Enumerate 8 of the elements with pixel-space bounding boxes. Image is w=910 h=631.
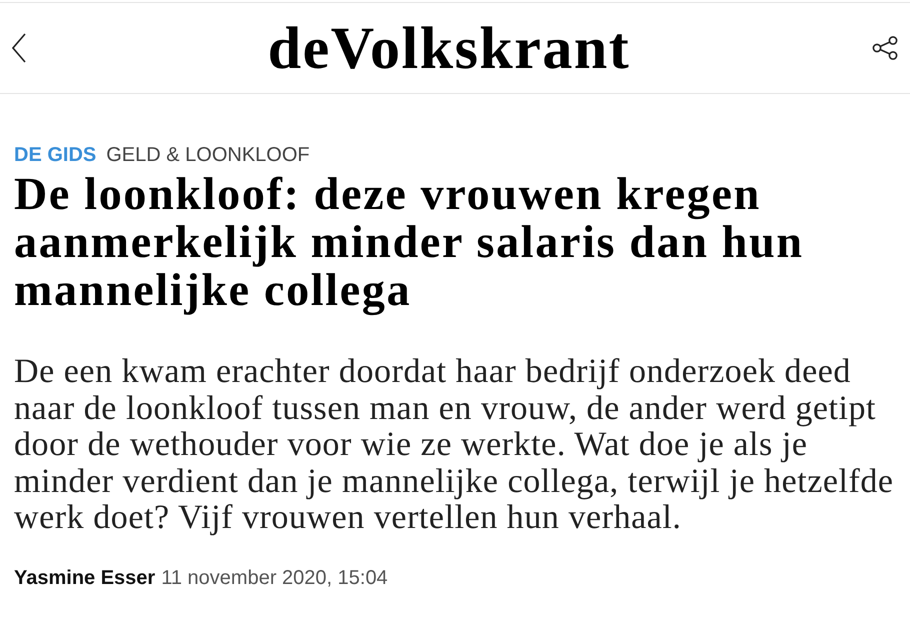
author-name: Yasmine Esser bbox=[14, 566, 156, 590]
topic-label: GELD & LOONKLOOF bbox=[106, 144, 310, 166]
article-lede: De een kwam erachter doordat haar bedrijf onderzoek deed naar de loonkloof tussen man en vrouw, de ander werd getipt door de wethouder voor wie ze werkte. Wat doe je als je minder verdient dan je mannelijke collega, terwijl je hetzelfde werk doet? Vijf vrouwen vertellen hun verhaal. bbox=[14, 354, 895, 536]
publish-date: 11 november 2020, 15:04 bbox=[161, 566, 388, 590]
article-headline: De loonkloof: deze vrouwen kregen aanmerkelijk minder salaris dan hun mannelijke collega bbox=[14, 170, 805, 314]
share-icon[interactable] bbox=[872, 36, 898, 60]
back-icon[interactable] bbox=[12, 33, 26, 63]
newspaper-logo[interactable]: deVolkskrant bbox=[268, 18, 630, 78]
